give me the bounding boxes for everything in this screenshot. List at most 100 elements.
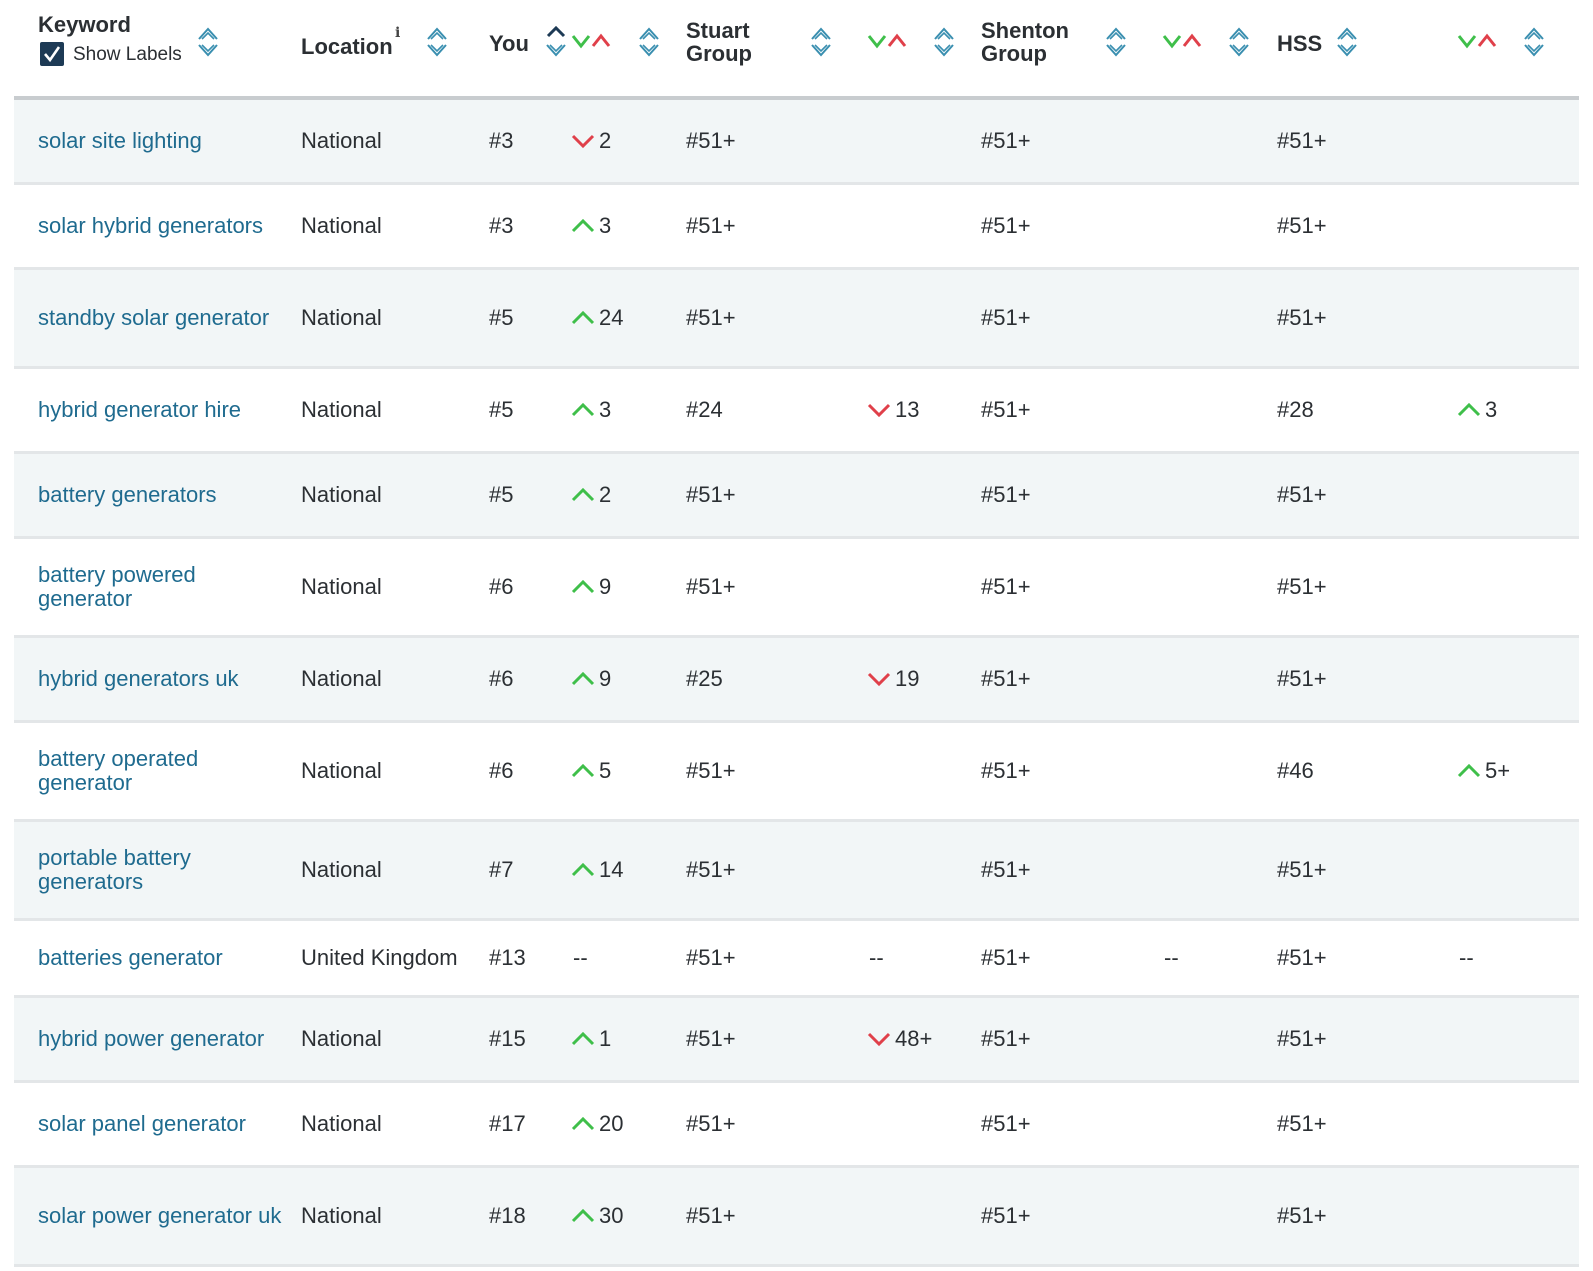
keyword-link[interactable]: standby solar generator <box>38 306 288 330</box>
table-row: standby solar generator National #5 #51+ #51… <box>14 270 1579 369</box>
arrow-up-icon <box>1457 402 1481 418</box>
change-value: 19 <box>895 666 920 691</box>
you-rank-cell: #5 <box>489 482 514 507</box>
table-row: solar site lighting National #3 #51+ #51+ #51… <box>14 100 1579 185</box>
table-row: hybrid generators uk National #6 #25 #51+ #51… <box>14 638 1579 723</box>
stuart-rank-cell: #51+ <box>686 1026 736 1051</box>
keyword-link[interactable]: batteries generator <box>38 946 288 970</box>
hss-rank-cell: #51+ <box>1277 1111 1327 1136</box>
hss-change-cell: 5+ <box>1457 758 1510 784</box>
sort-hss-icon[interactable] <box>1334 24 1360 60</box>
sort-keyword-icon[interactable] <box>195 24 221 60</box>
location-cell: National <box>301 482 382 507</box>
location-cell: National <box>301 1026 382 1051</box>
table-row: portable battery generators National #7 #51… <box>14 822 1579 921</box>
hss-rank-cell: #28 <box>1277 397 1314 422</box>
arrow-up-icon <box>571 310 595 326</box>
change-value: 48+ <box>895 1026 933 1051</box>
change-value: 2 <box>599 128 612 153</box>
change-value: 14 <box>599 857 624 882</box>
table-header: Keyword Show Labels Location i You Stuar… <box>14 0 1579 100</box>
shenton-rank-cell: #51+ <box>981 305 1031 330</box>
change-value: 1 <box>599 1026 612 1051</box>
location-cell: National <box>301 305 382 330</box>
sort-you-active-icon[interactable] <box>543 24 569 60</box>
you-change-cell: 9 <box>571 574 611 600</box>
stuart-change-cell: 13 <box>867 397 919 423</box>
arrow-down-icon <box>867 1031 891 1047</box>
keyword-header[interactable]: Keyword <box>38 14 131 36</box>
stuart-rank-cell: #24 <box>686 397 723 422</box>
shenton-rank-cell: #51+ <box>981 857 1031 882</box>
arrow-up-icon <box>571 671 595 687</box>
keyword-link[interactable]: solar hybrid generators <box>38 214 288 238</box>
you-rank-cell: #5 <box>489 305 514 330</box>
arrow-up-icon <box>571 763 595 779</box>
you-rank-cell: #7 <box>489 857 514 882</box>
show-labels-label[interactable]: Show Labels <box>73 44 182 66</box>
hss-rank-cell: #51+ <box>1277 666 1327 691</box>
hss-rank-cell: #51+ <box>1277 1203 1327 1228</box>
keyword-link[interactable]: hybrid generators uk <box>38 667 288 691</box>
sort-hss-trend-icon[interactable] <box>1521 24 1547 60</box>
change-value: -- <box>1164 945 1179 970</box>
keyword-link[interactable]: solar site lighting <box>38 129 288 153</box>
you-rank-cell: #13 <box>489 945 526 970</box>
change-value: 5 <box>599 758 612 783</box>
keyword-link[interactable]: hybrid generator hire <box>38 398 288 422</box>
sort-shenton-trend-icon[interactable] <box>1226 24 1252 60</box>
you-rank-cell: #3 <box>489 128 514 153</box>
shenton-group-header-line2[interactable]: Group <box>981 43 1047 65</box>
change-value: -- <box>869 945 884 970</box>
hss-trend-header-icon[interactable] <box>1457 30 1501 52</box>
arrow-up-icon <box>1457 763 1481 779</box>
location-cell: National <box>301 128 382 153</box>
shenton-group-header-line1[interactable]: Shenton <box>981 20 1069 42</box>
you-trend-header-icon[interactable] <box>571 30 615 52</box>
sort-location-icon[interactable] <box>424 24 450 60</box>
arrow-up-icon <box>571 402 595 418</box>
arrow-up-icon <box>571 1031 595 1047</box>
hss-rank-cell: #51+ <box>1277 574 1327 599</box>
show-labels-checkbox[interactable] <box>40 42 64 66</box>
shenton-rank-cell: #51+ <box>981 128 1031 153</box>
keyword-link[interactable]: battery powered generator <box>38 563 288 611</box>
shenton-rank-cell: #51+ <box>981 945 1031 970</box>
hss-header[interactable]: HSS <box>1277 33 1322 55</box>
shenton-trend-header-icon[interactable] <box>1162 30 1206 52</box>
location-header[interactable]: Location <box>301 36 393 58</box>
change-value: 3 <box>1485 397 1498 422</box>
you-header[interactable]: You <box>489 33 529 55</box>
sort-you-trend-icon[interactable] <box>636 24 662 60</box>
arrow-up-icon <box>571 1116 595 1132</box>
keyword-link[interactable]: solar power generator uk <box>38 1204 288 1228</box>
location-info-icon[interactable]: i <box>395 25 400 41</box>
sort-stuart-trend-icon[interactable] <box>931 24 957 60</box>
you-change-cell: 3 <box>571 397 611 423</box>
keyword-link[interactable]: hybrid power generator <box>38 1027 288 1051</box>
shenton-rank-cell: #51+ <box>981 574 1031 599</box>
shenton-rank-cell: #51+ <box>981 758 1031 783</box>
table-row: solar power generator uk National #18 #51+ #… <box>14 1168 1579 1267</box>
keyword-link[interactable]: solar panel generator <box>38 1112 288 1136</box>
hss-rank-cell: #51+ <box>1277 128 1327 153</box>
table-row: solar hybrid generators National #3 #51+ #51… <box>14 185 1579 270</box>
change-value: 30 <box>599 1203 624 1228</box>
stuart-rank-cell: #51+ <box>686 758 736 783</box>
sort-stuart-icon[interactable] <box>808 24 834 60</box>
keyword-link[interactable]: portable battery generators <box>38 846 288 894</box>
you-change-cell: 2 <box>571 128 611 154</box>
stuart-rank-cell: #25 <box>686 666 723 691</box>
stuart-group-header-line2[interactable]: Group <box>686 43 752 65</box>
you-rank-cell: #15 <box>489 1026 526 1051</box>
hss-rank-cell: #51+ <box>1277 945 1327 970</box>
stuart-group-header-line1[interactable]: Stuart <box>686 20 750 42</box>
hss-rank-cell: #51+ <box>1277 1026 1327 1051</box>
sort-shenton-icon[interactable] <box>1103 24 1129 60</box>
keyword-link[interactable]: battery operated generator <box>38 747 288 795</box>
change-value: 20 <box>599 1111 624 1136</box>
you-rank-cell: #6 <box>489 666 514 691</box>
stuart-trend-header-icon[interactable] <box>867 30 911 52</box>
keyword-link[interactable]: battery generators <box>38 483 288 507</box>
change-value: 13 <box>895 397 920 422</box>
